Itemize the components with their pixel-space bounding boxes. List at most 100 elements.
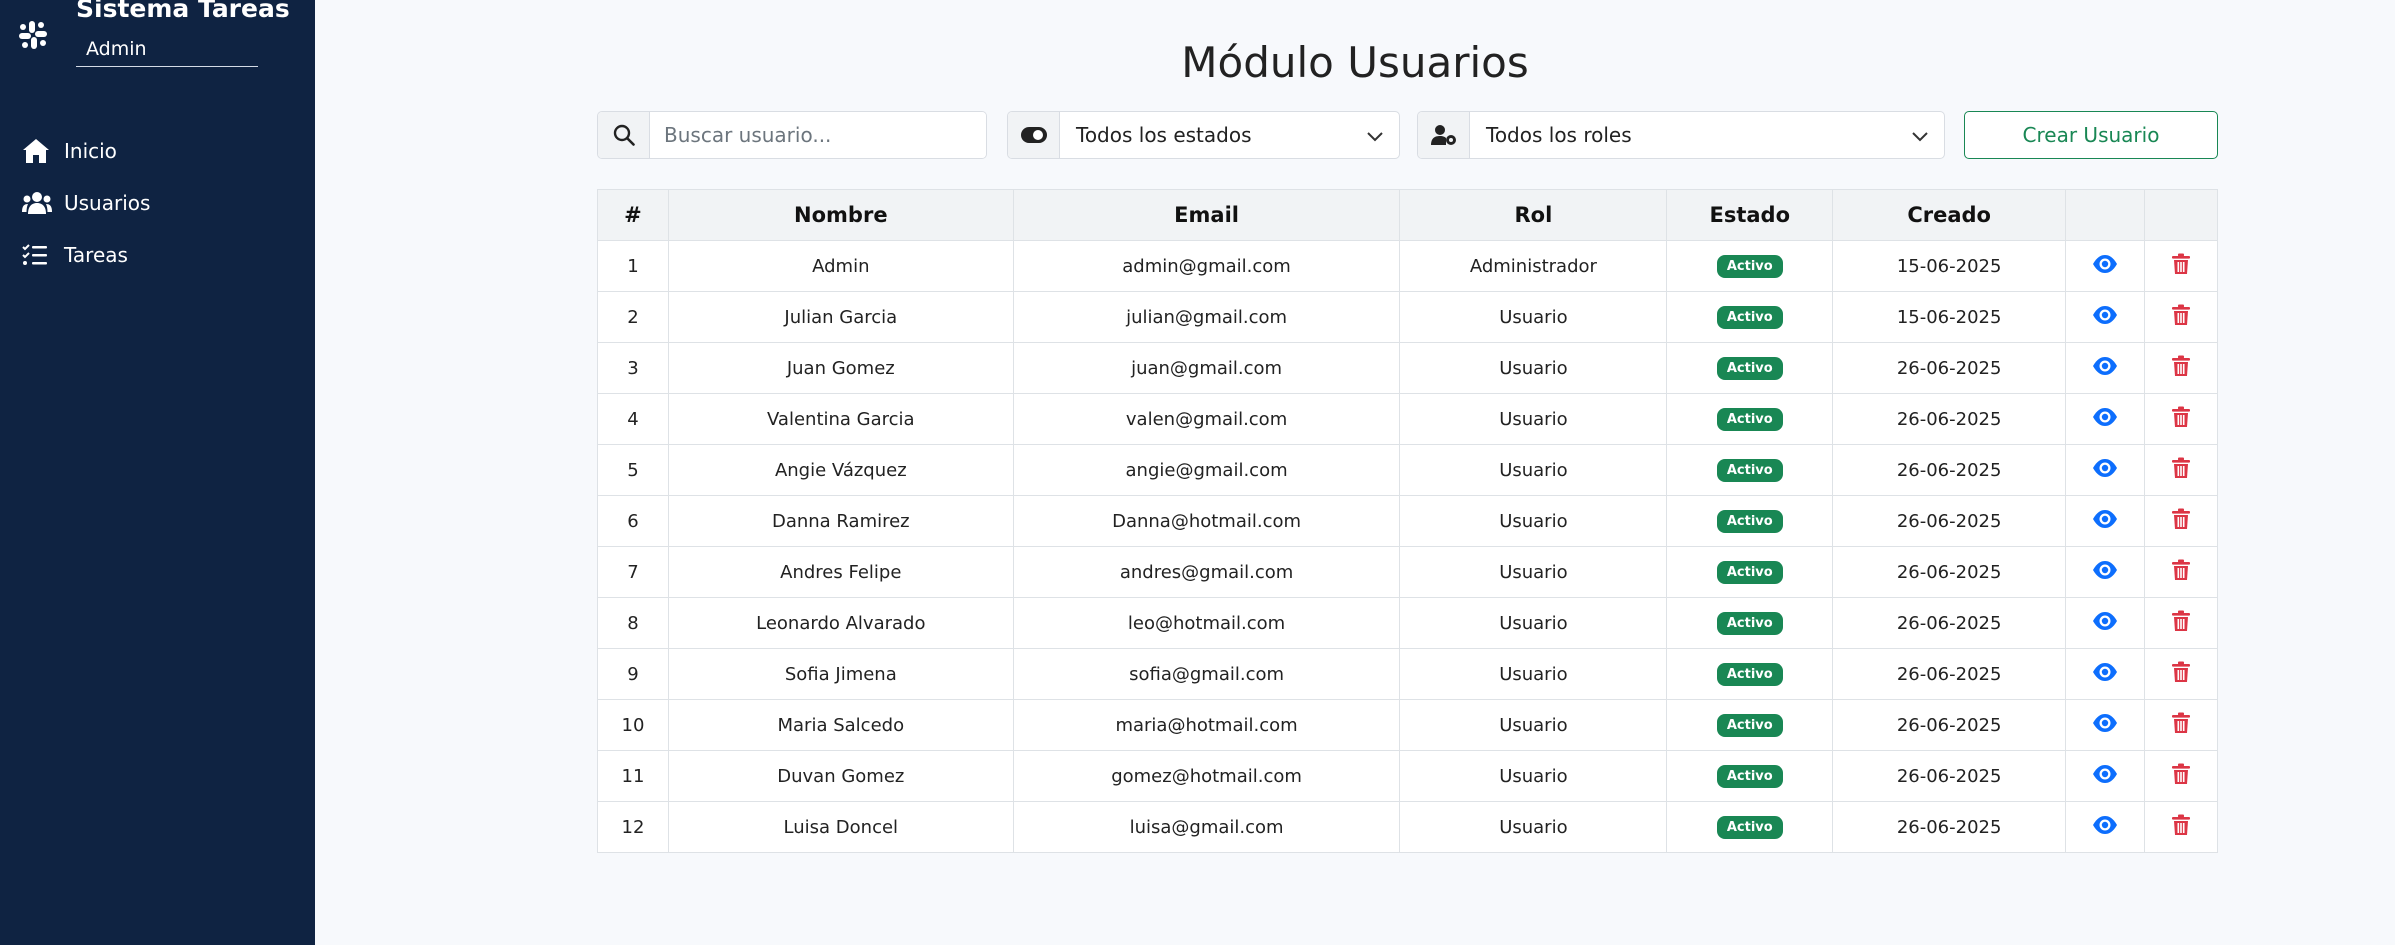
- eye-icon[interactable]: [2092, 254, 2118, 274]
- trash-icon[interactable]: [2172, 355, 2190, 377]
- status-badge: Activo: [1716, 408, 1783, 431]
- table-row: 3 Juan Gomez juan@gmail.com Usuario Activo 26…: [597, 342, 2218, 394]
- user-gear-icon: [1418, 112, 1470, 158]
- search-icon: [598, 112, 650, 158]
- cell-estado: Activo: [1666, 699, 1834, 751]
- column-header-creado: Creado: [1832, 189, 2067, 241]
- cell-email: luisa@gmail.com: [1012, 801, 1401, 853]
- cell-estado: Activo: [1666, 750, 1834, 802]
- cell-email: angie@gmail.com: [1012, 444, 1401, 496]
- cell-creado: 26-06-2025: [1832, 393, 2067, 445]
- cell-delete: [2144, 393, 2218, 445]
- sidebar-item-usuarios[interactable]: Usuarios: [22, 177, 150, 229]
- estado-select[interactable]: Todos los estados: [1060, 112, 1399, 158]
- table-row: 7 Andres Felipe andres@gmail.com Usuario Act…: [597, 546, 2218, 598]
- users-icon: [22, 188, 54, 218]
- trash-icon[interactable]: [2172, 457, 2190, 479]
- eye-icon[interactable]: [2092, 560, 2118, 580]
- cell-view: [2065, 342, 2145, 394]
- trash-icon[interactable]: [2172, 406, 2190, 428]
- slack-logo-icon: [18, 20, 48, 50]
- eye-icon[interactable]: [2092, 305, 2118, 325]
- sidebar-item-tareas[interactable]: Tareas: [22, 229, 150, 281]
- trash-icon[interactable]: [2172, 559, 2190, 581]
- cell-email: valen@gmail.com: [1012, 393, 1401, 445]
- trash-icon[interactable]: [2172, 304, 2190, 326]
- cell-nombre: Angie Vázquez: [667, 444, 1014, 496]
- eye-icon[interactable]: [2092, 458, 2118, 478]
- rol-select[interactable]: Todos los roles: [1470, 112, 1944, 158]
- tasks-list-icon: [22, 240, 54, 270]
- eye-icon[interactable]: [2092, 356, 2118, 376]
- cell-rol: Usuario: [1399, 750, 1668, 802]
- cell-nombre: Maria Salcedo: [667, 699, 1014, 751]
- table-row: 10 Maria Salcedo maria@hotmail.com Usuario A…: [597, 699, 2218, 751]
- rol-select-value: Todos los roles: [1486, 123, 1632, 147]
- cell-nombre: Leonardo Alvarado: [667, 597, 1014, 649]
- filter-toolbar: Todos los estados Todos los roles Crear …: [597, 111, 2218, 159]
- sidebar-item-label: Inicio: [64, 139, 117, 163]
- trash-icon[interactable]: [2172, 661, 2190, 683]
- cell-id: 6: [597, 495, 669, 547]
- status-badge: Activo: [1716, 510, 1783, 533]
- brand-title: Sistema Tareas: [76, 0, 290, 23]
- table-row: 6 Danna Ramirez Danna@hotmail.com Usuario Ac…: [597, 495, 2218, 547]
- status-badge: Activo: [1716, 255, 1783, 278]
- users-table: # Nombre Email Rol Estado Creado 1 Admin a…: [597, 189, 2218, 853]
- table-row: 2 Julian Garcia julian@gmail.com Usuario Act…: [597, 291, 2218, 343]
- cell-id: 11: [597, 750, 669, 802]
- cell-view: [2065, 648, 2145, 700]
- cell-id: 8: [597, 597, 669, 649]
- cell-creado: 26-06-2025: [1832, 342, 2067, 394]
- trash-icon[interactable]: [2172, 610, 2190, 632]
- table-row: 9 Sofia Jimena sofia@gmail.com Usuario Activ…: [597, 648, 2218, 700]
- search-input[interactable]: [650, 112, 986, 158]
- cell-view: [2065, 801, 2145, 853]
- cell-estado: Activo: [1666, 393, 1834, 445]
- cell-view: [2065, 750, 2145, 802]
- sidebar-nav: Inicio Usuarios Tareas: [22, 125, 150, 281]
- sidebar-item-inicio[interactable]: Inicio: [22, 125, 150, 177]
- cell-id: 1: [597, 240, 669, 292]
- eye-icon[interactable]: [2092, 713, 2118, 733]
- eye-icon[interactable]: [2092, 611, 2118, 631]
- cell-nombre: Admin: [667, 240, 1014, 292]
- cell-estado: Activo: [1666, 801, 1834, 853]
- cell-creado: 26-06-2025: [1832, 750, 2067, 802]
- eye-icon[interactable]: [2092, 764, 2118, 784]
- eye-icon[interactable]: [2092, 407, 2118, 427]
- table-row: 11 Duvan Gomez gomez@hotmail.com Usuario Act…: [597, 750, 2218, 802]
- trash-icon[interactable]: [2172, 763, 2190, 785]
- cell-estado: Activo: [1666, 648, 1834, 700]
- trash-icon[interactable]: [2172, 712, 2190, 734]
- crear-usuario-button[interactable]: Crear Usuario: [1964, 111, 2218, 159]
- cell-nombre: Juan Gomez: [667, 342, 1014, 394]
- column-header-rol: Rol: [1399, 189, 1668, 241]
- cell-creado: 26-06-2025: [1832, 546, 2067, 598]
- cell-view: [2065, 291, 2145, 343]
- estado-filter-group: Todos los estados: [1007, 111, 1400, 159]
- trash-icon[interactable]: [2172, 253, 2190, 275]
- eye-icon[interactable]: [2092, 662, 2118, 682]
- cell-id: 5: [597, 444, 669, 496]
- cell-email: maria@hotmail.com: [1012, 699, 1401, 751]
- cell-view: [2065, 240, 2145, 292]
- sidebar-item-label: Usuarios: [64, 191, 151, 215]
- cell-estado: Activo: [1666, 342, 1834, 394]
- trash-icon[interactable]: [2172, 814, 2190, 836]
- cell-delete: [2144, 240, 2218, 292]
- cell-email: juan@gmail.com: [1012, 342, 1401, 394]
- eye-icon[interactable]: [2092, 509, 2118, 529]
- eye-icon[interactable]: [2092, 815, 2118, 835]
- trash-icon[interactable]: [2172, 508, 2190, 530]
- table-row: 12 Luisa Doncel luisa@gmail.com Usuario Acti…: [597, 801, 2218, 853]
- cell-view: [2065, 393, 2145, 445]
- status-badge: Activo: [1716, 663, 1783, 686]
- cell-estado: Activo: [1666, 546, 1834, 598]
- cell-email: sofia@gmail.com: [1012, 648, 1401, 700]
- cell-creado: 26-06-2025: [1832, 699, 2067, 751]
- cell-id: 10: [597, 699, 669, 751]
- table-row: 5 Angie Vázquez angie@gmail.com Usuario Acti…: [597, 444, 2218, 496]
- cell-creado: 15-06-2025: [1832, 240, 2067, 292]
- cell-email: Danna@hotmail.com: [1012, 495, 1401, 547]
